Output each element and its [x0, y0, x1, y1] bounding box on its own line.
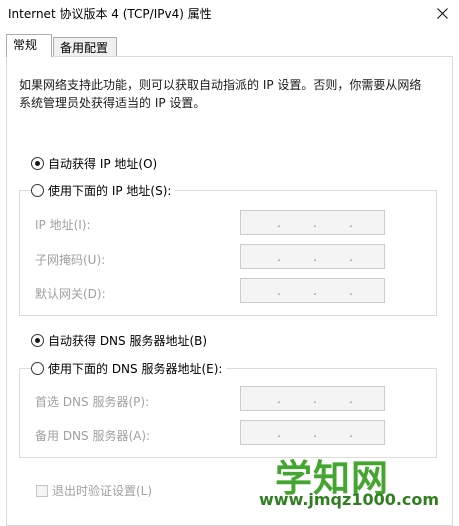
subnet-mask-input[interactable]: ...: [240, 244, 385, 269]
radio-auto-ip-indicator[interactable]: [31, 156, 44, 170]
validate-on-exit-label: 退出时验证设置(L): [52, 484, 153, 498]
title-bar: Internet 协议版本 4 (TCP/IPv4) 属性: [0, 0, 459, 26]
radio-manual-ip-indicator[interactable]: [31, 183, 44, 197]
preferred-dns-input[interactable]: ...: [240, 386, 385, 411]
ip-address-input[interactable]: ...: [240, 210, 385, 235]
radio-auto-ip[interactable]: 自动获得 IP 地址(O): [31, 154, 162, 172]
radio-manual-ip[interactable]: 使用下面的 IP 地址(S):: [31, 181, 176, 199]
close-icon: [436, 7, 448, 19]
intro-text: 如果网络支持此功能，则可以获取自动指派的 IP 设置。否则，你需要从网络系统管理…: [19, 78, 422, 110]
default-gateway-input[interactable]: ...: [240, 278, 385, 303]
close-button[interactable]: [425, 0, 459, 26]
default-gateway-label: 默认网关(D):: [35, 287, 106, 301]
window-title: Internet 协议版本 4 (TCP/IPv4) 属性: [8, 7, 212, 21]
radio-manual-dns-indicator[interactable]: [31, 361, 44, 375]
alternate-dns-label: 备用 DNS 服务器(A):: [35, 429, 151, 443]
radio-manual-dns[interactable]: 使用下面的 DNS 服务器地址(E):: [31, 359, 227, 377]
radio-auto-dns[interactable]: 自动获得 DNS 服务器地址(B): [31, 331, 212, 349]
alternate-dns-input[interactable]: ...: [240, 420, 385, 445]
tab-alternate-config[interactable]: 备用配置: [53, 37, 117, 57]
watermark-url: www.jmqz1000.com: [259, 490, 440, 509]
subnet-mask-label: 子网掩码(U):: [35, 253, 106, 267]
preferred-dns-label: 首选 DNS 服务器(P):: [35, 395, 150, 409]
ip-address-label: IP 地址(I):: [35, 218, 91, 232]
dialog-window: Internet 协议版本 4 (TCP/IPv4) 属性 常规 备用配置 如果…: [0, 0, 459, 526]
radio-auto-ip-label: 自动获得 IP 地址(O): [48, 156, 158, 171]
radio-manual-dns-label: 使用下面的 DNS 服务器地址(E):: [48, 361, 223, 376]
radio-manual-ip-label: 使用下面的 IP 地址(S):: [48, 183, 172, 198]
validate-on-exit-option[interactable]: 退出时验证设置(L): [36, 482, 152, 499]
validate-on-exit-checkbox[interactable]: [36, 484, 48, 497]
radio-auto-dns-label: 自动获得 DNS 服务器地址(B): [48, 333, 208, 348]
tab-general[interactable]: 常规: [6, 34, 52, 57]
radio-auto-dns-indicator[interactable]: [31, 333, 44, 347]
